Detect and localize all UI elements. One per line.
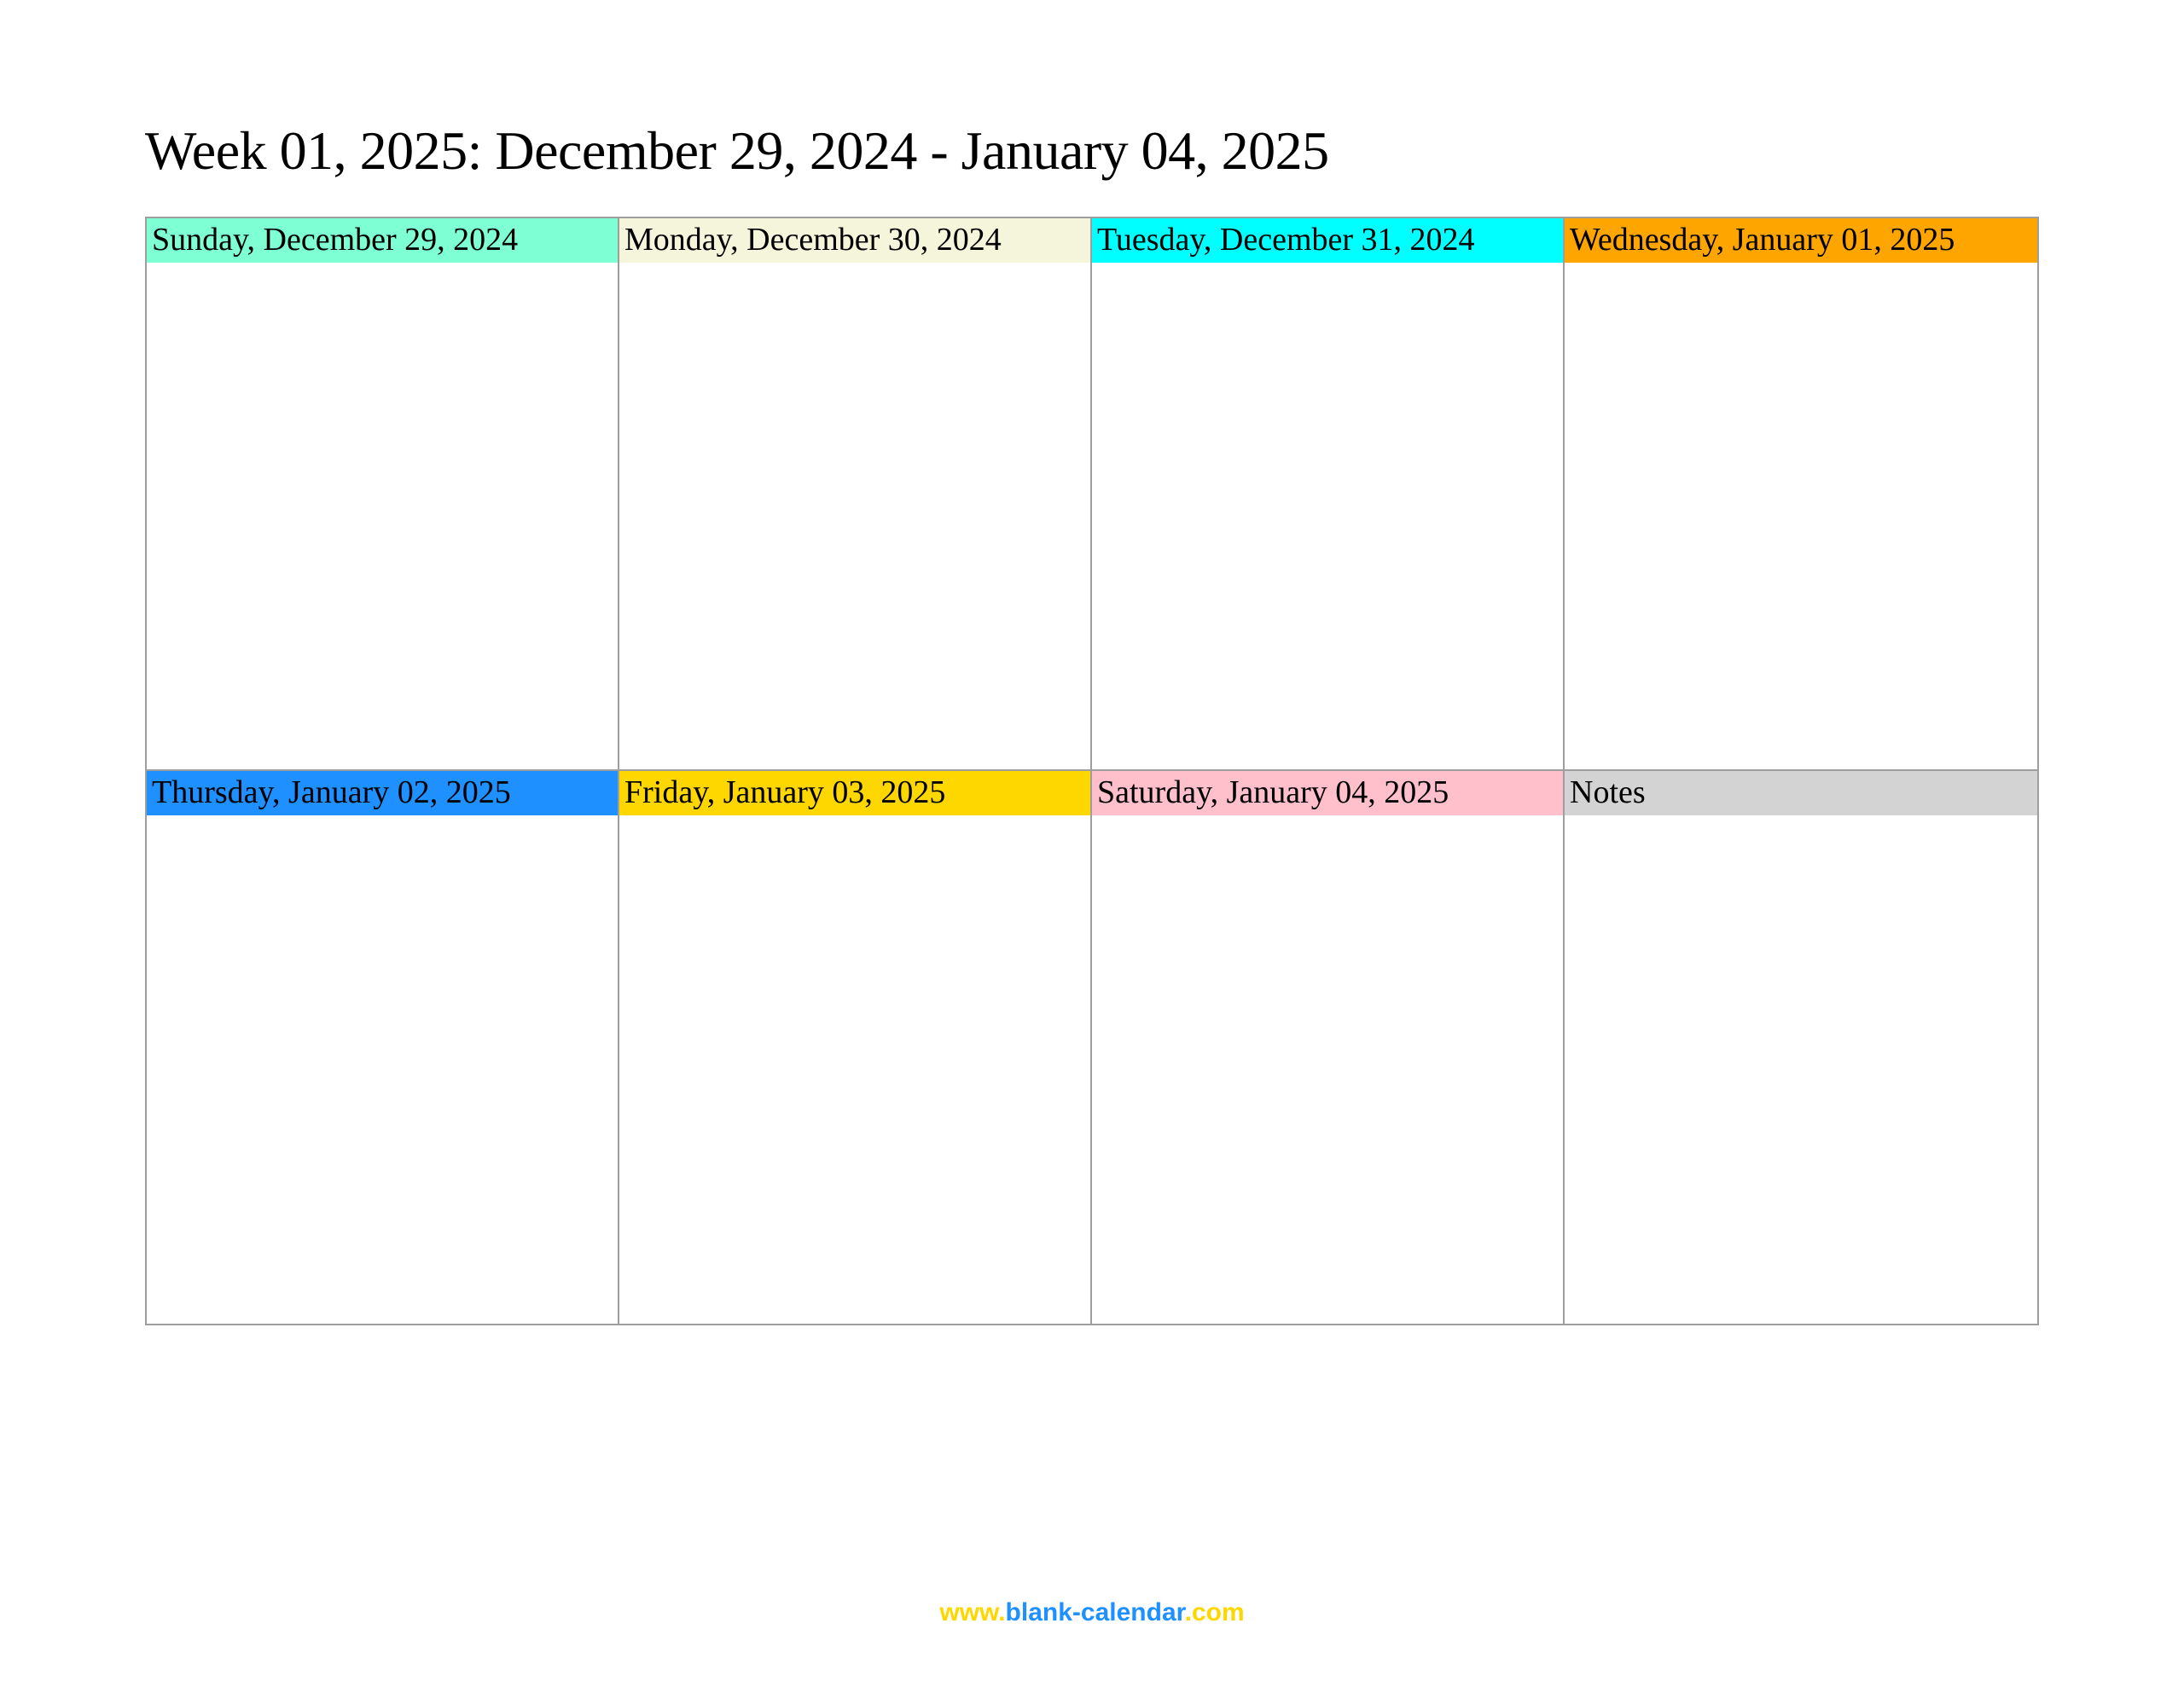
day-header-sunday: Sunday, December 29, 2024 — [147, 218, 619, 263]
day-header-tuesday: Tuesday, December 31, 2024 — [1092, 218, 1565, 263]
footer-link-main: blank-calendar — [1006, 1598, 1185, 1626]
day-cell-sunday[interactable] — [147, 263, 619, 771]
calendar-grid: Sunday, December 29, 2024 Monday, Decemb… — [145, 217, 2039, 1325]
day-cell-saturday[interactable] — [1092, 815, 1565, 1324]
footer-link[interactable]: www.blank-calendar.com — [939, 1598, 1244, 1627]
day-cell-monday[interactable] — [619, 263, 1092, 771]
day-cell-friday[interactable] — [619, 815, 1092, 1324]
page-title: Week 01, 2025: December 29, 2024 - Janua… — [145, 119, 2039, 183]
day-header-friday: Friday, January 03, 2025 — [619, 771, 1092, 815]
day-cell-tuesday[interactable] — [1092, 263, 1565, 771]
footer-link-prefix: www. — [939, 1598, 1005, 1626]
footer-link-suffix: .com — [1185, 1598, 1245, 1626]
weekly-calendar-page: Week 01, 2025: December 29, 2024 - Janua… — [0, 0, 2184, 1325]
day-header-thursday: Thursday, January 02, 2025 — [147, 771, 619, 815]
day-header-notes: Notes — [1565, 771, 2037, 815]
day-header-wednesday: Wednesday, January 01, 2025 — [1565, 218, 2037, 263]
day-cell-notes[interactable] — [1565, 815, 2037, 1324]
day-cell-wednesday[interactable] — [1565, 263, 2037, 771]
day-header-saturday: Saturday, January 04, 2025 — [1092, 771, 1565, 815]
day-header-monday: Monday, December 30, 2024 — [619, 218, 1092, 263]
day-cell-thursday[interactable] — [147, 815, 619, 1324]
